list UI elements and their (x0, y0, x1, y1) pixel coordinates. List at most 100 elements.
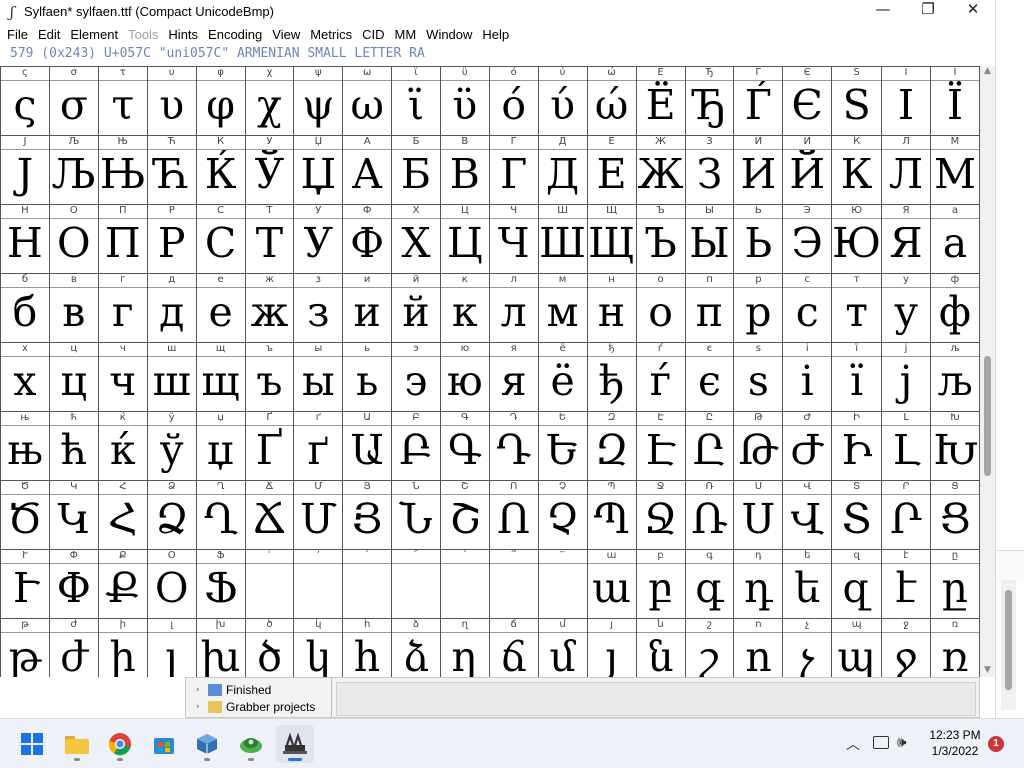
glyph-cell[interactable]: όό (488, 66, 539, 136)
notification-badge[interactable]: 1 (988, 736, 1004, 752)
glyph-cell[interactable]: ЫЫ (684, 204, 735, 274)
glyph-cell[interactable]: рр (733, 273, 784, 343)
glyph-cell[interactable]: ЭЭ (782, 204, 833, 274)
glyph-cell[interactable]: ЛЛ (881, 135, 931, 205)
glyph-cell[interactable]: ՌՌ (684, 480, 735, 550)
glyph-cell[interactable]: լլ (146, 618, 197, 677)
glyph-cell[interactable]: ԵԵ (537, 411, 588, 481)
glyph-cell[interactable]: ԿԿ (48, 480, 99, 550)
taskbar-virtualbox[interactable] (188, 725, 226, 763)
glyph-cell[interactable]: ФФ (342, 204, 393, 274)
menu-hints[interactable]: Hints (163, 27, 203, 42)
glyph-cell[interactable]: ՞ (488, 549, 539, 619)
menu-file[interactable]: File (2, 27, 33, 42)
glyph-cell[interactable]: ծծ (244, 618, 295, 677)
glyph-cell[interactable]: зз (293, 273, 344, 343)
glyph-cell[interactable]: ՄՄ (293, 480, 344, 550)
glyph-cell[interactable]: ќќ (97, 411, 148, 481)
glyph-cell[interactable]: ՉՉ (537, 480, 588, 550)
glyph-cell[interactable]: շշ (684, 618, 735, 677)
glyph-cell[interactable]: ψψ (293, 66, 344, 136)
glyph-cell[interactable]: ћћ (48, 411, 99, 481)
panel-divider[interactable] (331, 678, 332, 717)
chevron-up-icon[interactable]: ︿ (846, 734, 860, 754)
glyph-cell[interactable]: ЅЅ (831, 66, 883, 136)
glyph-cell[interactable]: ЇЇ (929, 66, 981, 136)
glyph-cell[interactable]: թթ (0, 618, 50, 677)
glyph-cell[interactable]: ժժ (48, 618, 99, 677)
glyph-cell[interactable]: гг (97, 273, 148, 343)
glyph-cell[interactable]: НН (0, 204, 50, 274)
glyph-cell[interactable]: пп (684, 273, 735, 343)
glyph-cell[interactable]: вв (48, 273, 99, 343)
glyph-cell[interactable]: ԲԲ (391, 411, 441, 481)
glyph-cell[interactable]: ІІ (881, 66, 931, 136)
glyph-cell[interactable]: ЧЧ (488, 204, 539, 274)
glyph-cell[interactable]: ыы (293, 342, 344, 412)
menu-window[interactable]: Window (421, 27, 477, 42)
glyph-cell[interactable]: յյ (586, 618, 637, 677)
menu-tools[interactable]: Tools (123, 27, 163, 42)
glyph-cell[interactable]: ВВ (439, 135, 490, 205)
glyph-cell[interactable]: УУ (293, 204, 344, 274)
glyph-cell[interactable]: ռռ (929, 618, 981, 677)
glyph-cell[interactable]: ՝ (439, 549, 490, 619)
glyph-cell[interactable]: ѓѓ (635, 342, 686, 412)
glyph-cell[interactable]: ԶԶ (586, 411, 637, 481)
glyph-cell[interactable]: њњ (0, 411, 50, 481)
glyph-cell[interactable]: աա (586, 549, 637, 619)
glyph-cell[interactable]: չչ (782, 618, 833, 677)
tree-item-grabber-projects[interactable]: › Grabber projects (196, 699, 315, 715)
glyph-cell[interactable]: џџ (195, 411, 246, 481)
glyph-cell[interactable]: ММ (929, 135, 981, 205)
glyph-cell[interactable]: бб (0, 273, 50, 343)
glyph-cell[interactable]: ύύ (537, 66, 588, 136)
glyph-cell[interactable]: ԾԾ (0, 480, 50, 550)
glyph-cell[interactable]: ՔՔ (97, 549, 148, 619)
glyph-cell[interactable]: ωω (342, 66, 393, 136)
glyph-cell[interactable]: сс (782, 273, 833, 343)
glyph-cell[interactable]: дд (146, 273, 197, 343)
glyph-cell[interactable]: պպ (831, 618, 883, 677)
glyph-cell[interactable]: мм (537, 273, 588, 343)
glyph-cell[interactable]: ՒՒ (0, 549, 50, 619)
glyph-cell[interactable]: іі (782, 342, 833, 412)
glyph-cell[interactable]: ԱԱ (342, 411, 393, 481)
glyph-cell[interactable]: ձձ (391, 618, 441, 677)
glyph-cell[interactable]: ЦЦ (439, 204, 490, 274)
glyph-cell[interactable]: ՜ (391, 549, 441, 619)
menu-metrics[interactable]: Metrics (305, 27, 357, 42)
glyph-cell[interactable]: ՕՕ (146, 549, 197, 619)
glyph-cell[interactable]: АА (342, 135, 393, 205)
glyph-cell[interactable]: մմ (537, 618, 588, 677)
glyph-cell[interactable]: գգ (684, 549, 735, 619)
taskbar-file-explorer[interactable] (58, 725, 96, 763)
glyph-cell[interactable]: ϊϊ (391, 66, 441, 136)
glyph-cell[interactable]: հհ (342, 618, 393, 677)
menu-element[interactable]: Element (65, 27, 123, 42)
glyph-cell[interactable]: ХХ (391, 204, 441, 274)
glyph-cell[interactable]: уу (881, 273, 931, 343)
volume-icon[interactable]: 🕪 (897, 733, 906, 751)
taskbar-fontforge[interactable] (276, 725, 314, 763)
glyph-cell[interactable]: ЯЯ (881, 204, 931, 274)
glyph-cell[interactable]: կկ (293, 618, 344, 677)
glyph-cell[interactable]: ԳԳ (439, 411, 490, 481)
minimize-button[interactable]: — (860, 0, 906, 24)
glyph-cell[interactable]: ђђ (586, 342, 637, 412)
scroll-up-icon[interactable]: ▲ (980, 66, 995, 78)
glyph-cell[interactable]: եե (782, 549, 833, 619)
glyph-cell[interactable]: բբ (635, 549, 686, 619)
glyph-cell[interactable]: ъъ (244, 342, 295, 412)
glyph-cell[interactable]: јј (881, 342, 931, 412)
glyph-cell[interactable]: ЁЁ (635, 66, 686, 136)
glyph-cell[interactable]: юю (439, 342, 490, 412)
glyph-cell[interactable]: ղղ (439, 618, 490, 677)
menu-edit[interactable]: Edit (33, 27, 65, 42)
glyph-cell[interactable]: ЋЋ (146, 135, 197, 205)
glyph-cell[interactable]: цц (48, 342, 99, 412)
glyph-cell[interactable]: ИИ (733, 135, 784, 205)
glyph-cell[interactable]: ըը (929, 549, 981, 619)
glyph-cell[interactable]: դդ (733, 549, 784, 619)
glyph-cell[interactable]: жж (244, 273, 295, 343)
